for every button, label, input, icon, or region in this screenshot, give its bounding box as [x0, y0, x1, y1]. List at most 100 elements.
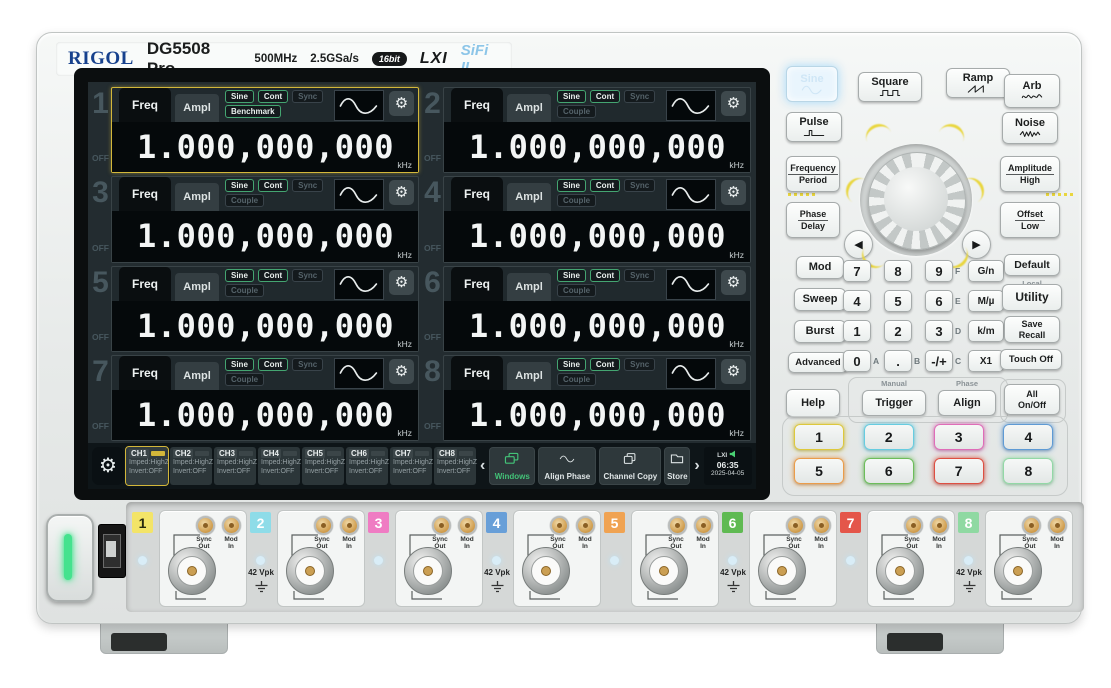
power-button[interactable]	[46, 514, 94, 602]
channel-select-4[interactable]: 4	[1003, 424, 1053, 450]
all-onoff-button[interactable]: All On/Off	[1004, 384, 1060, 415]
channel-settings-gear-icon[interactable]: ⚙	[721, 180, 746, 205]
tab-freq[interactable]: Freq	[451, 356, 503, 390]
wave-arb-button[interactable]: Arb	[1004, 74, 1060, 108]
badge-couple[interactable]: Couple	[557, 194, 596, 207]
channel-select-6[interactable]: 6	[864, 458, 914, 484]
tab-ampl[interactable]: Ampl	[507, 273, 551, 301]
bnc-output-connector[interactable]	[168, 547, 216, 595]
badge-sync[interactable]: Sync	[624, 269, 655, 282]
channel-select-7[interactable]: 7	[934, 458, 984, 484]
digit-key-dot[interactable]: .	[884, 350, 912, 372]
wave-square-button[interactable]: Square	[858, 72, 922, 102]
channel-settings-gear-icon[interactable]: ⚙	[389, 359, 414, 384]
bnc-output-connector[interactable]	[286, 547, 334, 595]
sync-out-connector[interactable]	[904, 516, 923, 535]
mod-in-connector[interactable]	[812, 516, 831, 535]
badge-waveform[interactable]: Sine	[225, 179, 254, 192]
bnc-output-connector[interactable]	[758, 547, 806, 595]
channel-card[interactable]: FreqAmplSineContSyncCouple⚙1.000,000,000…	[111, 266, 419, 352]
tab-ampl[interactable]: Ampl	[175, 183, 219, 211]
sync-out-connector[interactable]	[314, 516, 333, 535]
badge-mode[interactable]: Cont	[590, 90, 620, 103]
sine-waveform-icon[interactable]	[334, 358, 384, 389]
channel-settings-gear-icon[interactable]: ⚙	[721, 91, 746, 116]
channel-card[interactable]: FreqAmplSineContSyncCouple⚙1.000,000,000…	[443, 176, 751, 262]
badge-waveform[interactable]: Sine	[225, 358, 254, 371]
tab-ampl[interactable]: Ampl	[175, 273, 219, 301]
digit-key-1[interactable]: 1	[843, 320, 871, 342]
digit-key-8[interactable]: 8	[884, 260, 912, 282]
sine-waveform-icon[interactable]	[334, 269, 384, 300]
status-chip-ch8[interactable]: CH8Imped:HighZInvert:OFF	[434, 447, 476, 485]
badge-waveform[interactable]: Sine	[557, 90, 586, 103]
tab-ampl[interactable]: Ampl	[507, 362, 551, 390]
sine-waveform-icon[interactable]	[334, 179, 384, 210]
tab-freq[interactable]: Freq	[451, 267, 503, 301]
mod-in-connector[interactable]	[694, 516, 713, 535]
mod-in-connector[interactable]	[576, 516, 595, 535]
suffix-key-k-m[interactable]: k/m	[968, 320, 1004, 342]
param-frequency-button[interactable]: FrequencyPeriod	[786, 156, 840, 192]
digit-key---+[interactable]: -/+	[925, 350, 953, 372]
wave-sine-button[interactable]: Sine	[786, 66, 838, 102]
badge-sync[interactable]: Sync	[292, 269, 323, 282]
badge-mode[interactable]: Cont	[590, 269, 620, 282]
tab-ampl[interactable]: Ampl	[507, 183, 551, 211]
channel-settings-gear-icon[interactable]: ⚙	[389, 91, 414, 116]
utility-button[interactable]: Utility	[1002, 284, 1062, 311]
suffix-key-G-n[interactable]: G/n	[968, 260, 1004, 282]
mod-in-connector[interactable]	[930, 516, 949, 535]
badge-waveform[interactable]: Sine	[557, 358, 586, 371]
badge-sync[interactable]: Sync	[624, 358, 655, 371]
badge-mode[interactable]: Cont	[258, 269, 288, 282]
help-button[interactable]: Help	[786, 389, 840, 417]
tab-freq[interactable]: Freq	[451, 177, 503, 211]
sine-waveform-icon[interactable]	[666, 358, 716, 389]
badge-waveform[interactable]: Sine	[557, 179, 586, 192]
channel-select-2[interactable]: 2	[864, 424, 914, 450]
wave-noise-button[interactable]: Noise	[1002, 112, 1058, 144]
sync-out-connector[interactable]	[668, 516, 687, 535]
digit-key-5[interactable]: 5	[884, 290, 912, 312]
action-store[interactable]: Store	[664, 447, 690, 485]
channel-card[interactable]: FreqAmplSineContSyncCouple⚙1.000,000,000…	[443, 355, 751, 441]
mode-sweep-button[interactable]: Sweep	[794, 288, 846, 311]
badge-couple[interactable]: Couple	[557, 284, 596, 297]
mod-in-connector[interactable]	[340, 516, 359, 535]
digit-key-4[interactable]: 4	[843, 290, 871, 312]
tab-freq[interactable]: Freq	[119, 267, 171, 301]
system-gear-icon[interactable]: ⚙	[92, 447, 124, 485]
tab-freq[interactable]: Freq	[119, 356, 171, 390]
badge-benchmark[interactable]: Benchmark	[225, 105, 281, 118]
default-button[interactable]: Default	[1004, 254, 1060, 276]
status-chip-ch7[interactable]: CH7Imped:HighZInvert:OFF	[390, 447, 432, 485]
status-chip-ch5[interactable]: CH5Imped:HighZInvert:OFF	[302, 447, 344, 485]
trigger-button[interactable]: Trigger	[862, 390, 926, 416]
mode-advanced-button[interactable]: Advanced	[788, 352, 848, 373]
digit-key-9[interactable]: 9	[925, 260, 953, 282]
channel-settings-gear-icon[interactable]: ⚙	[721, 359, 746, 384]
bnc-output-connector[interactable]	[994, 547, 1042, 595]
touchscreen[interactable]: 1OFFFreqAmplSineContSyncBenchmark⚙1.000,…	[88, 82, 756, 489]
digit-key-0[interactable]: 0	[843, 350, 871, 372]
param-amplitude-button[interactable]: AmplitudeHigh	[1000, 156, 1060, 192]
suffix-key-X1[interactable]: X1	[968, 350, 1004, 372]
mode-mod-button[interactable]: Mod	[796, 256, 844, 279]
channel-select-8[interactable]: 8	[1003, 458, 1053, 484]
scroll-right-icon[interactable]: ›	[692, 457, 701, 475]
param-offset-button[interactable]: OffsetLow	[1000, 202, 1060, 238]
badge-couple[interactable]: Couple	[225, 373, 264, 386]
bnc-output-connector[interactable]	[522, 547, 570, 595]
status-chip-ch2[interactable]: CH2Imped:HighZInvert:OFF	[170, 447, 212, 485]
digit-key-3[interactable]: 3	[925, 320, 953, 342]
badge-mode[interactable]: Cont	[258, 179, 288, 192]
sync-out-connector[interactable]	[786, 516, 805, 535]
badge-waveform[interactable]: Sine	[557, 269, 586, 282]
channel-card[interactable]: FreqAmplSineContSyncCouple⚙1.000,000,000…	[443, 87, 751, 173]
status-chip-ch4[interactable]: CH4Imped:HighZInvert:OFF	[258, 447, 300, 485]
channel-settings-gear-icon[interactable]: ⚙	[721, 270, 746, 295]
badge-couple[interactable]: Couple	[225, 194, 264, 207]
channel-card[interactable]: FreqAmplSineContSyncCouple⚙1.000,000,000…	[443, 266, 751, 352]
touch-off-button[interactable]: Touch Off	[1000, 349, 1062, 370]
